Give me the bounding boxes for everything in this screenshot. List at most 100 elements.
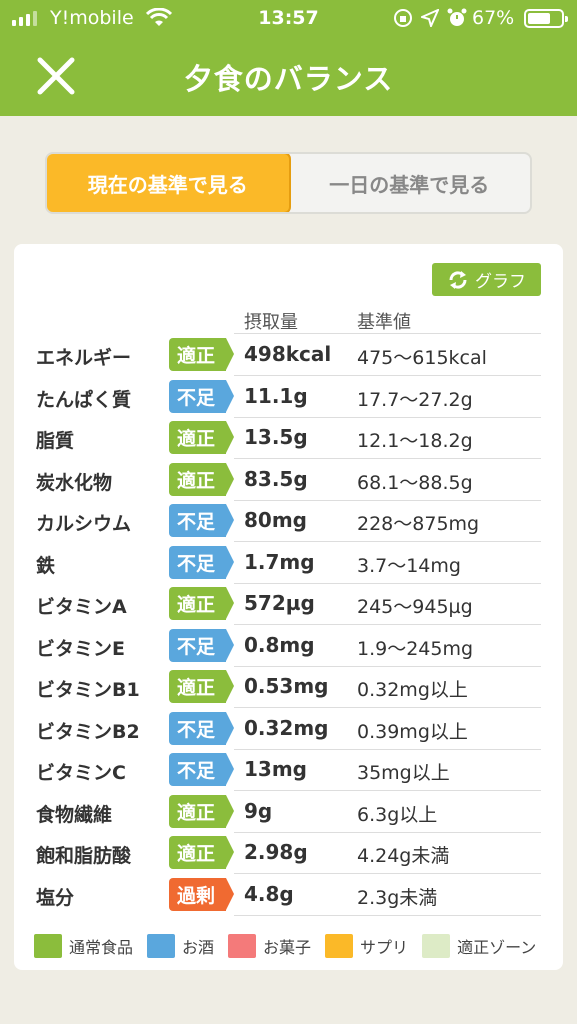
nutrient-name: カルシウム bbox=[36, 513, 132, 535]
status-badge: 不足 bbox=[169, 545, 234, 579]
status-badge: 過剰 bbox=[169, 877, 234, 911]
status-badge: 不足 bbox=[169, 711, 234, 745]
intake-value: 83.5g bbox=[244, 466, 308, 491]
status-badge: 不足 bbox=[169, 753, 234, 786]
status-badge: 不足 bbox=[169, 628, 234, 662]
page-title: 夕食のバランス bbox=[183, 62, 394, 96]
table-row: ビタミンA 適正 572µg 245～945µg bbox=[14, 583, 563, 625]
refresh-icon bbox=[449, 270, 467, 289]
nutrient-name: ビタミンA bbox=[36, 596, 127, 618]
standard-value: 6.3g以上 bbox=[357, 803, 438, 826]
graph-button-label: グラフ bbox=[475, 272, 526, 292]
intake-value: 2.98g bbox=[244, 840, 308, 864]
legend: 通常食品 お酒 お菓子 サプリ 適正ゾーン bbox=[34, 934, 550, 958]
legend-label: 適正ゾーン bbox=[457, 938, 537, 957]
intake-value: 9g bbox=[244, 798, 273, 823]
legend-label: 通常食品 bbox=[69, 938, 134, 957]
battery-icon bbox=[524, 9, 568, 28]
basis-segmented-control: 現在の基準で見る 一日の基準で見る bbox=[45, 152, 532, 214]
standard-value: 68.1～88.5g bbox=[357, 471, 473, 494]
standard-value: 17.7～27.2g bbox=[357, 388, 473, 411]
table-row: カルシウム 不足 80mg 228～875mg bbox=[14, 500, 563, 542]
status-badge: 適正 bbox=[169, 670, 234, 703]
nutrient-name: エネルギー bbox=[36, 347, 132, 369]
table-row: エネルギー 適正 498kcal 475～615kcal bbox=[14, 334, 563, 376]
intake-value: 498kcal bbox=[244, 342, 332, 366]
status-badge: 適正 bbox=[169, 836, 234, 869]
table-row: 塩分 過剰 4.8g 2.3g未満 bbox=[14, 874, 563, 916]
intake-value: 0.53mg bbox=[244, 674, 329, 698]
nutrient-name: ビタミンB2 bbox=[36, 720, 140, 743]
standard-value: 245～945µg bbox=[357, 596, 473, 618]
table-row: 飽和脂肪酸 適正 2.98g 4.24g未満 bbox=[14, 832, 563, 874]
standard-value: 228～875mg bbox=[357, 513, 480, 535]
legend-item: サプリ bbox=[325, 934, 408, 958]
status-badge: 不足 bbox=[169, 379, 234, 413]
table-row: 炭水化物 適正 83.5g 68.1～88.5g bbox=[14, 459, 563, 501]
intake-value: 4.8g bbox=[244, 881, 294, 906]
legend-item: 通常食品 bbox=[34, 934, 133, 958]
status-badge: 不足 bbox=[169, 504, 234, 537]
legend-item: 適正ゾーン bbox=[422, 934, 536, 958]
legend-swatch bbox=[147, 934, 176, 958]
nutrition-card: グラフ 摂取量 基準値 エネルギー 適正 498kcal 475～615kcal たんぱ… bbox=[14, 244, 563, 970]
divider bbox=[234, 914, 541, 916]
nutrient-name: ビタミンB1 bbox=[36, 679, 140, 701]
legend-swatch bbox=[325, 934, 354, 958]
standard-value: 475～615kcal bbox=[357, 347, 487, 369]
status-badge: 適正 bbox=[169, 587, 234, 620]
standard-value: 1.9～245mg bbox=[357, 637, 474, 660]
standard-value: 35mg以上 bbox=[357, 762, 450, 784]
nutrient-name: 飽和脂肪酸 bbox=[36, 845, 132, 867]
legend-label: お菓子 bbox=[263, 938, 312, 957]
standard-value: 0.39mg以上 bbox=[357, 720, 468, 743]
status-badge: 適正 bbox=[169, 338, 234, 371]
legend-item: お菓子 bbox=[228, 934, 311, 958]
status-badge: 適正 bbox=[169, 421, 234, 454]
status-badge: 適正 bbox=[169, 794, 234, 828]
legend-swatch bbox=[34, 934, 62, 958]
table-row: 脂質 適正 13.5g 12.1～18.2g bbox=[14, 417, 563, 459]
standard-value: 0.32mg以上 bbox=[357, 679, 468, 701]
standard-value: 2.3g未満 bbox=[357, 886, 438, 909]
legend-label: サプリ bbox=[360, 938, 409, 957]
table-row: ビタミンE 不足 0.8mg 1.9～245mg bbox=[14, 625, 563, 667]
intake-value: 0.8mg bbox=[244, 632, 315, 657]
battery-percent: 67% bbox=[472, 7, 515, 29]
status-bar: Y!mobile 13:57 67% bbox=[0, 0, 577, 36]
nutrient-name: ビタミンC bbox=[36, 762, 126, 784]
status-badge: 適正 bbox=[169, 462, 234, 496]
nutrient-name: たんぱく質 bbox=[36, 388, 132, 411]
graph-button[interactable]: グラフ bbox=[432, 263, 541, 296]
table-row: ビタミンB1 適正 0.53mg 0.32mg以上 bbox=[14, 666, 563, 708]
intake-value: 11.1g bbox=[244, 383, 308, 408]
intake-value: 1.7mg bbox=[244, 549, 315, 574]
nutrient-name: 塩分 bbox=[36, 886, 75, 909]
nutrient-name: ビタミンE bbox=[36, 637, 125, 660]
intake-value: 13mg bbox=[244, 757, 307, 781]
nutrient-name: 炭水化物 bbox=[36, 471, 113, 494]
orientation-lock-icon bbox=[393, 8, 413, 33]
intake-value: 572µg bbox=[244, 591, 315, 615]
alarm-icon bbox=[447, 8, 467, 33]
table-row: たんぱく質 不足 11.1g 17.7～27.2g bbox=[14, 376, 563, 418]
standard-value: 12.1～18.2g bbox=[357, 430, 473, 452]
table-row: ビタミンC 不足 13mg 35mg以上 bbox=[14, 749, 563, 791]
segment-current-basis[interactable]: 現在の基準で見る bbox=[47, 154, 291, 212]
segment-daily-basis[interactable]: 一日の基準で見る bbox=[289, 154, 531, 212]
intake-value: 13.5g bbox=[244, 425, 308, 449]
table-row: 食物繊維 適正 9g 6.3g以上 bbox=[14, 791, 563, 833]
nutrient-name: 脂質 bbox=[36, 430, 75, 452]
standard-value: 4.24g未満 bbox=[357, 845, 450, 867]
legend-label: お酒 bbox=[182, 938, 215, 957]
column-header-standard: 基準値 bbox=[357, 312, 411, 333]
standard-value: 3.7～14mg bbox=[357, 554, 461, 577]
nutrient-name: 食物繊維 bbox=[36, 803, 113, 826]
nutrient-name: 鉄 bbox=[36, 554, 56, 577]
nav-bar: 夕食のバランス bbox=[0, 36, 577, 116]
legend-swatch bbox=[422, 934, 451, 958]
legend-item: お酒 bbox=[147, 934, 214, 958]
column-header-intake: 摂取量 bbox=[244, 312, 298, 333]
intake-value: 80mg bbox=[244, 508, 307, 532]
table-row: 鉄 不足 1.7mg 3.7～14mg bbox=[14, 542, 563, 584]
